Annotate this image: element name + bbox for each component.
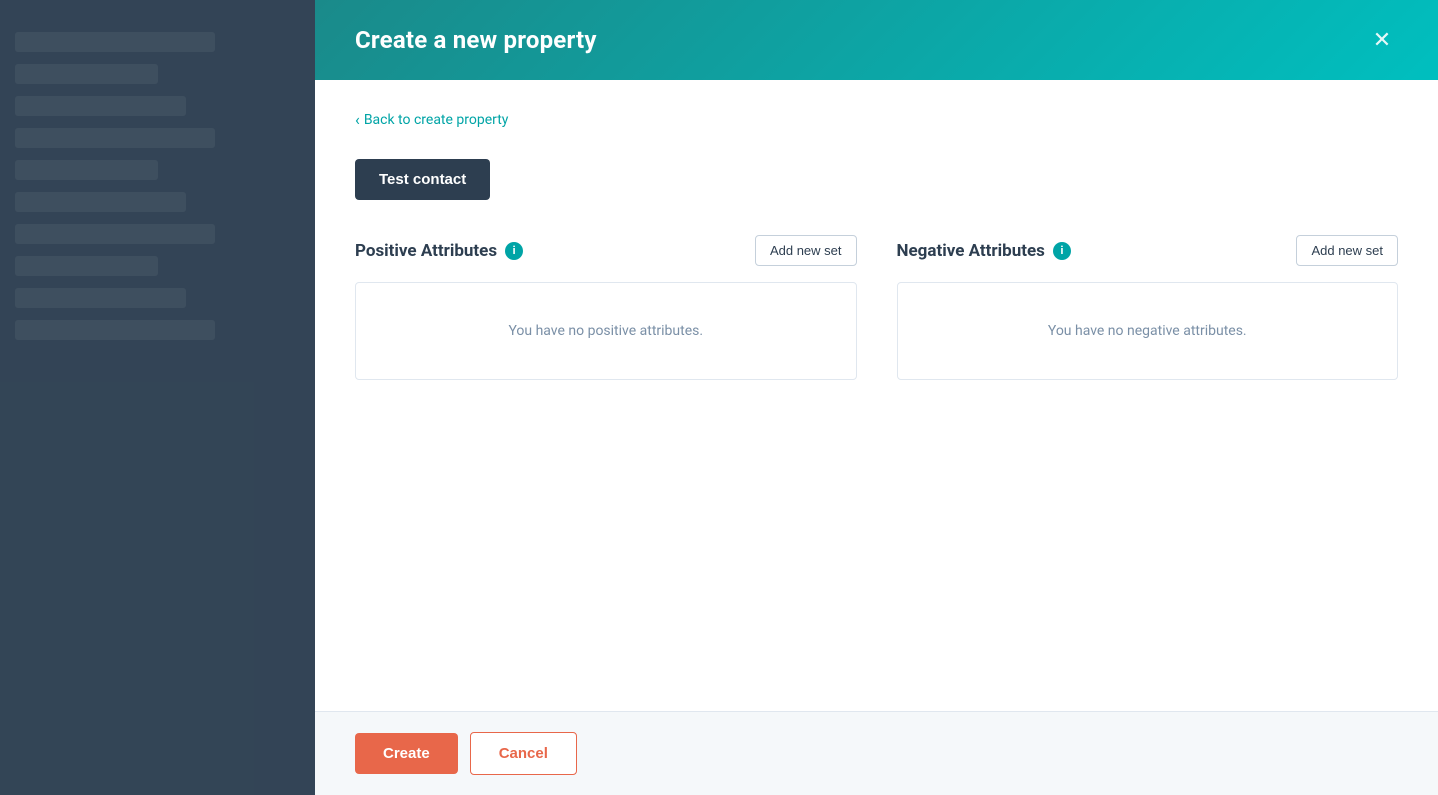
negative-attributes-info-icon[interactable]: i (1053, 242, 1071, 260)
negative-attributes-empty-message: You have no negative attributes. (1048, 323, 1247, 339)
positive-attributes-empty-box: You have no positive attributes. (355, 282, 857, 380)
close-button[interactable]: ✕ (1366, 24, 1398, 56)
attributes-section: Positive Attributes i Add new set You ha… (355, 235, 1398, 380)
negative-attributes-column: Negative Attributes i Add new set You ha… (897, 235, 1399, 380)
back-link[interactable]: ‹ Back to create property (355, 110, 508, 129)
negative-add-new-set-button[interactable]: Add new set (1296, 235, 1398, 266)
modal-title: Create a new property (355, 26, 597, 54)
positive-attributes-column: Positive Attributes i Add new set You ha… (355, 235, 857, 380)
positive-attributes-info-icon[interactable]: i (505, 242, 523, 260)
create-button[interactable]: Create (355, 733, 458, 774)
negative-attributes-title-group: Negative Attributes i (897, 241, 1071, 261)
back-arrow-icon: ‹ (355, 110, 360, 129)
modal-header: Create a new property ✕ (315, 0, 1438, 80)
test-contact-button[interactable]: Test contact (355, 159, 490, 200)
negative-attributes-title: Negative Attributes (897, 241, 1045, 261)
negative-attributes-header: Negative Attributes i Add new set (897, 235, 1399, 266)
positive-attributes-title-group: Positive Attributes i (355, 241, 523, 261)
positive-attributes-header: Positive Attributes i Add new set (355, 235, 857, 266)
cancel-button[interactable]: Cancel (470, 732, 577, 775)
positive-attributes-empty-message: You have no positive attributes. (508, 323, 703, 339)
back-link-label: Back to create property (364, 112, 509, 128)
modal-body: ‹ Back to create property Test contact P… (315, 80, 1438, 711)
positive-attributes-title: Positive Attributes (355, 241, 497, 261)
negative-attributes-empty-box: You have no negative attributes. (897, 282, 1399, 380)
modal-dialog: Create a new property ✕ ‹ Back to create… (315, 0, 1438, 795)
positive-add-new-set-button[interactable]: Add new set (755, 235, 857, 266)
modal-footer: Create Cancel (315, 711, 1438, 795)
